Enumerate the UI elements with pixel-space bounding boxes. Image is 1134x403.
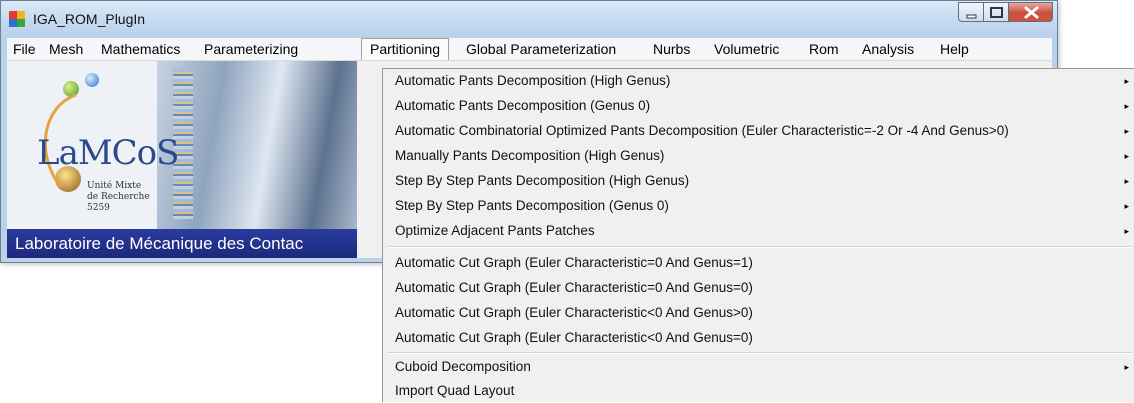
menu-item-label: Automatic Cut Graph (Euler Characteristi… [395,305,753,320]
menu-item-import-quad-layout[interactable]: Import Quad Layout [383,379,1134,403]
submenu-arrow-icon: ▸ [1124,101,1129,111]
title-bar[interactable]: IGA_ROM_PlugIn [1,1,1057,38]
maximize-button[interactable] [983,2,1009,22]
menu-mathematics[interactable]: Mathematics [101,38,180,60]
submenu-arrow-icon: ▸ [1124,201,1129,211]
logo-subtitle-line: de Recherche [87,192,150,202]
menu-mesh[interactable]: Mesh [49,38,83,60]
window-title: IGA_ROM_PlugIn [33,11,146,27]
menu-item-label: Step By Step Pants Decomposition (High G… [395,173,690,188]
menu-file[interactable]: File [13,38,36,60]
minimize-icon [966,14,977,19]
menu-item-auto-pants-genus-0[interactable]: Automatic Pants Decomposition (Genus 0) … [383,94,1134,118]
menu-parameterizing[interactable]: Parameterizing [204,38,298,60]
banner-strip-text: Laboratoire de Mécanique des Contac [7,229,357,258]
menu-item-cut-graph-eulerneg-genus0[interactable]: Automatic Cut Graph (Euler Characteristi… [383,326,1134,350]
menu-item-label: Manually Pants Decomposition (High Genus… [395,148,665,163]
menu-separator [387,352,1133,354]
menu-global-parameterization[interactable]: Global Parameterization [466,38,616,60]
menu-volumetric[interactable]: Volumetric [714,38,779,60]
submenu-arrow-icon: ▸ [1124,362,1129,372]
submenu-arrow-icon: ▸ [1124,226,1129,236]
submenu-arrow-icon: ▸ [1124,76,1129,86]
menu-bar: File Mesh Mathematics Parameterizing Par… [7,38,1052,61]
menu-rom[interactable]: Rom [809,38,839,60]
minimize-button[interactable] [958,2,984,22]
close-button[interactable] [1008,2,1053,22]
close-icon [1024,6,1039,19]
menu-item-label: Optimize Adjacent Pants Patches [395,223,595,238]
logo-wordmark: LaMCoS [37,133,179,173]
menu-item-auto-combinatorial-pants[interactable]: Automatic Combinatorial Optimized Pants … [383,119,1134,143]
menu-item-cut-graph-euler0-genus0[interactable]: Automatic Cut Graph (Euler Characteristi… [383,276,1134,300]
menu-item-manual-pants-high-genus[interactable]: Manually Pants Decomposition (High Genus… [383,144,1134,168]
logo-subtitle: Unité Mixte de Recherche 5259 [87,181,150,214]
menu-item-label: Automatic Combinatorial Optimized Pants … [395,123,1009,138]
logo-subtitle-line: Unité Mixte [87,181,142,191]
menu-item-cut-graph-euler0-genus1[interactable]: Automatic Cut Graph (Euler Characteristi… [383,251,1134,275]
banner-image: LaMCoS Unité Mixte de Recherche 5259 Lab… [7,61,357,258]
submenu-arrow-icon: ▸ [1124,151,1129,161]
menu-help[interactable]: Help [940,38,969,60]
menu-separator [387,246,1133,248]
submenu-arrow-icon: ▸ [1124,176,1129,186]
partitioning-dropdown: Automatic Pants Decomposition (High Genu… [382,68,1134,402]
menu-item-label: Automatic Cut Graph (Euler Characteristi… [395,280,753,295]
maximize-icon [990,7,1003,18]
submenu-arrow-icon: ▸ [1124,126,1129,136]
menu-item-label: Automatic Pants Decomposition (Genus 0) [395,98,651,113]
menu-item-auto-pants-high-genus[interactable]: Automatic Pants Decomposition (High Genu… [383,69,1134,93]
menu-item-label: Cuboid Decomposition [395,359,531,374]
menu-item-label: Step By Step Pants Decomposition (Genus … [395,198,669,213]
app-icon [9,11,25,27]
logo-subtitle-line: 5259 [87,203,110,213]
menu-item-label: Automatic Cut Graph (Euler Characteristi… [395,255,753,270]
menu-item-optimize-adjacent-pants[interactable]: Optimize Adjacent Pants Patches ▸ [383,219,1134,243]
menu-nurbs[interactable]: Nurbs [653,38,690,60]
menu-item-cuboid-decomposition[interactable]: Cuboid Decomposition ▸ [383,355,1134,379]
menu-item-label: Automatic Cut Graph (Euler Characteristi… [395,330,753,345]
menu-item-step-pants-high-genus[interactable]: Step By Step Pants Decomposition (High G… [383,169,1134,193]
menu-item-cut-graph-eulerneg-genuspos[interactable]: Automatic Cut Graph (Euler Characteristi… [383,301,1134,325]
menu-item-label: Automatic Pants Decomposition (High Genu… [395,73,671,88]
logo-ball-blue [85,73,99,87]
menu-item-label: Import Quad Layout [395,383,515,398]
menu-item-step-pants-genus-0[interactable]: Step By Step Pants Decomposition (Genus … [383,194,1134,218]
menu-analysis[interactable]: Analysis [862,38,914,60]
menu-partitioning[interactable]: Partitioning [361,38,450,60]
